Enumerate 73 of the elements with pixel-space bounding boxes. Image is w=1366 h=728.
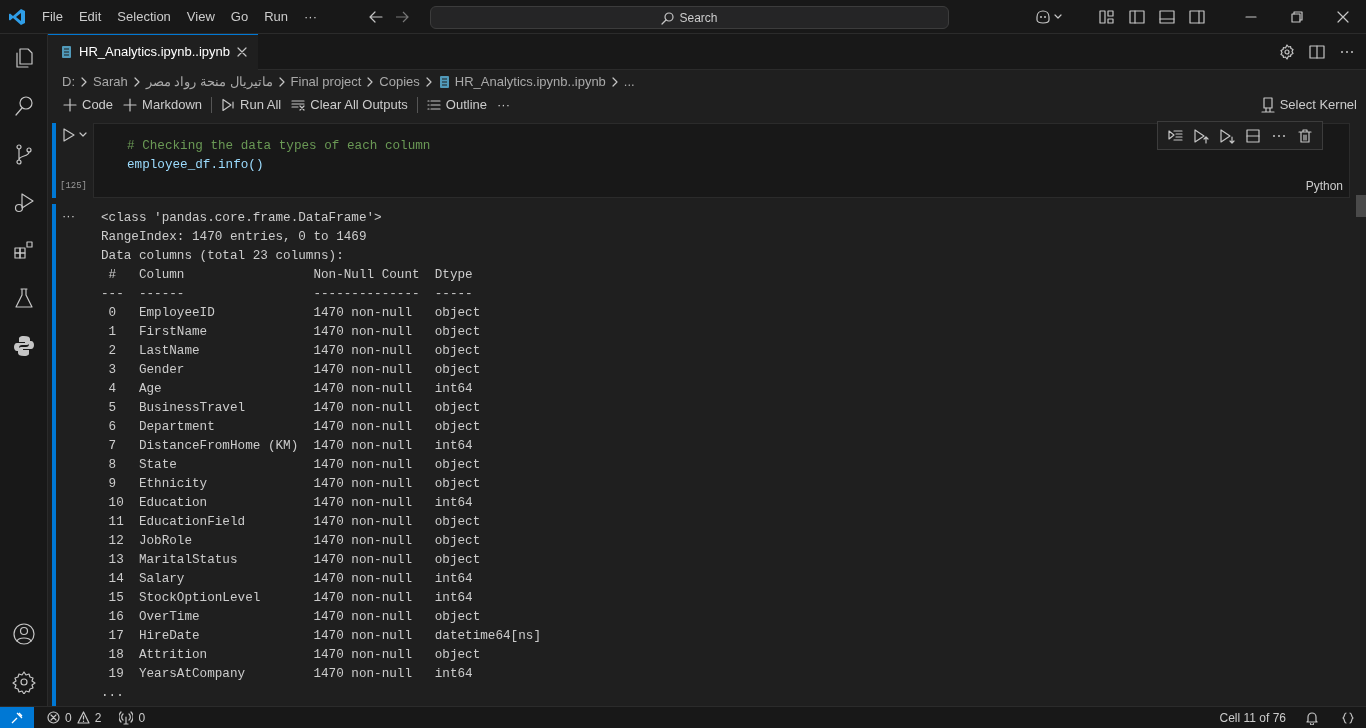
output-line: RangeIndex: 1470 entries, 0 to 1469: [101, 228, 368, 246]
error-icon: [47, 711, 60, 724]
output-line: 7 DistanceFromHome (KM) 1470 non-null int64: [107, 437, 474, 455]
output-line: 3 Gender 1470 non-null object: [107, 361, 482, 379]
output-line: 11 EducationField 1470 non-null object: [107, 513, 482, 531]
output-line: 12 JobRole 1470 non-null object: [107, 532, 482, 550]
output-line: 16 OverTime 1470 non-null object: [107, 608, 482, 626]
plus-icon: [63, 98, 77, 112]
search-field[interactable]: Search: [430, 6, 949, 29]
output-line: 18 Attrition 1470 non-null object: [107, 646, 482, 664]
output-line: 17 HireDate 1470 non-null datetime64[ns]: [107, 627, 541, 645]
run-all-icon: [221, 98, 236, 112]
output-line: 8 State 1470 non-null object: [107, 456, 482, 474]
output-line: 4 Age 1470 non-null int64: [107, 380, 474, 398]
toolbar-button[interactable]: Code: [58, 94, 119, 116]
output-line: --- ------ -------------- -----: [101, 285, 474, 303]
more-button[interactable]: ···: [492, 94, 515, 116]
menu-item[interactable]: Run: [256, 0, 296, 34]
execution-count: [125]: [60, 180, 87, 193]
cell-position[interactable]: Cell 11 of 76: [1219, 708, 1286, 727]
output-menu-button[interactable]: ···: [62, 206, 75, 226]
output-line: 5 BusinessTravel 1470 non-null object: [107, 399, 482, 417]
notebook-icon: [437, 74, 451, 89]
output-line: 14 Salary 1470 non-null int64: [107, 570, 474, 588]
ports-button[interactable]: 0: [114, 706, 151, 728]
breadcrumb-item[interactable]: ...: [623, 71, 635, 92]
toolbar-button[interactable]: Run All: [216, 94, 287, 116]
breadcrumb-item[interactable]: Final project: [290, 71, 362, 92]
toolbar-button[interactable]: Clear All Outputs: [286, 94, 413, 116]
output-line: 0 EmployeeID 1470 non-null object: [107, 304, 482, 322]
close-icon[interactable]: [236, 46, 249, 58]
menu-item[interactable]: View: [178, 0, 223, 34]
plus-icon: [123, 98, 138, 112]
output-line: ...: [101, 684, 125, 702]
menu-item[interactable]: Edit: [70, 0, 110, 34]
output-line: 6 Department 1470 non-null object: [107, 418, 482, 436]
output-line: 9 Ethnicity 1470 non-null object: [107, 475, 482, 493]
menu-item[interactable]: Go: [222, 0, 257, 34]
language-label[interactable]: Python: [1305, 177, 1343, 195]
output-line: 1 FirstName 1470 non-null object: [107, 323, 482, 341]
toolbar-button[interactable]: Outline: [421, 94, 492, 116]
output-line: 13 MaritalStatus 1470 non-null object: [107, 551, 482, 569]
breadcrumb-item[interactable]: D:: [62, 71, 75, 92]
code-line: employee_df.info(): [127, 156, 265, 174]
output-line: 15 StockOptionLevel 1470 non-null int64: [107, 589, 474, 607]
list-icon: [426, 98, 441, 112]
toolbar-button[interactable]: Markdown: [118, 94, 208, 116]
code-line: # Checking the data types of each column: [127, 137, 432, 155]
output-line: 19 YearsAtCompany 1470 non-null int64: [107, 665, 474, 683]
breadcrumb-item[interactable]: ماتيريال منحة رواد مصر: [145, 71, 273, 92]
warning-icon: [76, 711, 90, 724]
notebook-icon: [60, 45, 73, 59]
select-kernel-button[interactable]: Select Kernel: [1255, 94, 1362, 116]
code-cell[interactable]: # Checking the data types of each column employee_df.info() Python: [93, 123, 1350, 198]
breadcrumb-item[interactable]: Sarah: [93, 71, 128, 92]
clear-icon: [291, 98, 306, 112]
output-line: 2 LastName 1470 non-null object: [107, 342, 482, 360]
breadcrumb-item[interactable]: Copies: [379, 71, 420, 92]
output-line: Data columns (total 23 columns):: [101, 247, 345, 265]
antenna-icon: [119, 710, 134, 725]
chevron-icon: [79, 75, 89, 88]
editor-tab[interactable]: HR_Analytics.ipynb..ipynb: [48, 33, 259, 70]
output-line: 10 Education 1470 non-null int64: [107, 494, 474, 512]
server-icon: [1260, 97, 1275, 113]
search-icon: [661, 10, 676, 25]
output-line: # Column Non-Null Count Dtype: [107, 266, 474, 284]
menu-item[interactable]: File: [34, 0, 71, 34]
menu-item[interactable]: Selection: [109, 0, 179, 34]
scrollbar-thumb[interactable]: [1356, 195, 1366, 217]
menu-item[interactable]: ···: [296, 0, 325, 34]
breadcrumb-item[interactable]: HR_Analytics.ipynb..ipynb: [454, 71, 606, 92]
output-line: <class 'pandas.core.frame.DataFrame'>: [101, 209, 383, 227]
problems-button[interactable]: 0 2: [42, 706, 107, 728]
